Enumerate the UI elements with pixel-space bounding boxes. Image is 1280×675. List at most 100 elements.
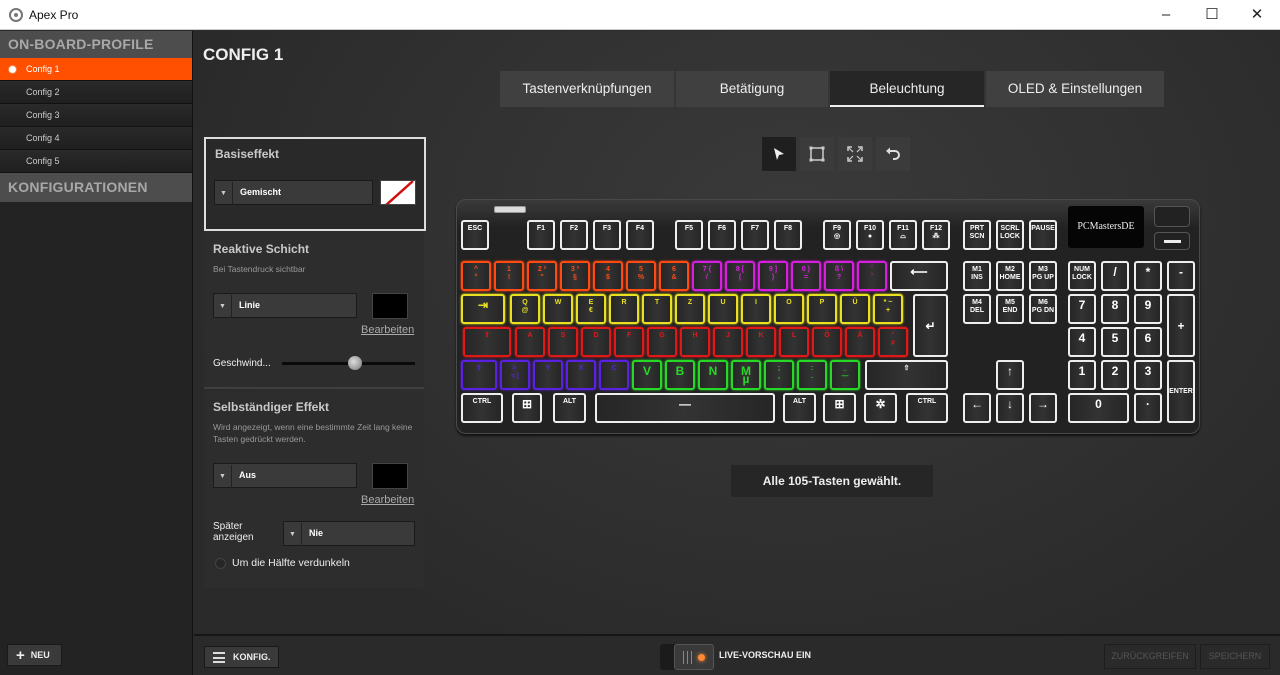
dim-half-checkbox[interactable]: [215, 558, 226, 569]
key-num-4[interactable]: 4: [1068, 327, 1096, 357]
key-esc[interactable]: ESC: [461, 220, 489, 250]
key-e[interactable]: E €: [576, 294, 606, 324]
key-w[interactable]: W: [543, 294, 573, 324]
key-m4[interactable]: M4 DEL: [963, 294, 991, 324]
key-f12[interactable]: F12 ⁂: [922, 220, 950, 250]
key-num-8[interactable]: 8: [1101, 294, 1129, 324]
key-f3[interactable]: F3: [593, 220, 621, 250]
key-num-0[interactable]: 0: [1068, 393, 1129, 423]
key-r[interactable]: R: [609, 294, 639, 324]
key-arrow-right[interactable]: →: [1029, 393, 1057, 423]
key-5[interactable]: 5 %: [626, 261, 656, 291]
key-n[interactable]: N: [698, 360, 728, 390]
key-f11[interactable]: F11 ⌓: [889, 220, 917, 250]
tab-actuation[interactable]: Betätigung: [676, 71, 828, 107]
key-num-1[interactable]: 1: [1068, 360, 1096, 390]
key-f7[interactable]: F7: [741, 220, 769, 250]
key-tab[interactable]: ⇥: [461, 294, 505, 324]
standalone-edit-link[interactable]: Bearbeiten: [361, 494, 414, 506]
key-f2[interactable]: F2: [560, 220, 588, 250]
key-scroll-lock[interactable]: SCRL LOCK: [996, 220, 1024, 250]
key-arrow-left[interactable]: ←: [963, 393, 991, 423]
undo-button[interactable]: [876, 137, 910, 171]
key-q[interactable]: Q @: [510, 294, 540, 324]
speed-slider-handle[interactable]: [348, 356, 363, 370]
key-period[interactable]: : .: [797, 360, 827, 390]
key-plus[interactable]: * ~ +: [873, 294, 903, 324]
key-9[interactable]: 9 ] ): [758, 261, 788, 291]
reactive-edit-link[interactable]: Bearbeiten: [361, 324, 414, 336]
key-space[interactable]: —: [595, 393, 775, 423]
minimize-button[interactable]: –: [1143, 0, 1189, 30]
rectangle-select-button[interactable]: [800, 137, 834, 171]
tab-key-bindings[interactable]: Tastenverknüpfungen: [500, 71, 674, 107]
key-num-divide[interactable]: /: [1101, 261, 1129, 291]
key-num-7[interactable]: 7: [1068, 294, 1096, 324]
key-v[interactable]: V: [632, 360, 662, 390]
key-c[interactable]: C: [599, 360, 629, 390]
key-arrow-down[interactable]: ↓: [996, 393, 1024, 423]
key-j[interactable]: J: [713, 327, 743, 357]
key-num-multiply[interactable]: *: [1134, 261, 1162, 291]
key-m3[interactable]: M3 PG UP: [1029, 261, 1057, 291]
key-left-win[interactable]: ⊞: [512, 393, 542, 423]
key-caret[interactable]: ^ °: [461, 261, 491, 291]
key-y[interactable]: Y: [533, 360, 563, 390]
key-f6[interactable]: F6: [708, 220, 736, 250]
key-4[interactable]: 4 $: [593, 261, 623, 291]
key-x[interactable]: X: [566, 360, 596, 390]
key-m5[interactable]: M5 END: [996, 294, 1024, 324]
show-later-dropdown[interactable]: ▼ Nie: [283, 521, 415, 546]
key-b[interactable]: B: [665, 360, 695, 390]
key-enter[interactable]: ↵: [913, 294, 948, 357]
base-effect-dropdown[interactable]: ▼ Gemischt: [214, 180, 373, 205]
konfig-button[interactable]: KONFIG.: [204, 646, 279, 668]
select-pointer-button[interactable]: [762, 137, 796, 171]
key-angle[interactable]: > < |: [500, 360, 530, 390]
key-d[interactable]: D: [581, 327, 611, 357]
key-s[interactable]: S: [548, 327, 578, 357]
maximize-button[interactable]: ☐: [1189, 0, 1235, 30]
key-f1[interactable]: F1: [527, 220, 555, 250]
configurations-header[interactable]: KONFIGURATIONEN: [0, 173, 192, 202]
tab-oled-settings[interactable]: OLED & Einstellungen: [986, 71, 1164, 107]
key-m2[interactable]: M2 HOME: [996, 261, 1024, 291]
key-comma[interactable]: ; ,: [764, 360, 794, 390]
revert-button[interactable]: ZURÜCKGREIFEN: [1104, 644, 1196, 669]
standalone-color-swatch[interactable]: [372, 463, 408, 489]
key-num-9[interactable]: 9: [1134, 294, 1162, 324]
sidebar-item-config-3[interactable]: Config 3: [0, 104, 192, 127]
key-k[interactable]: K: [746, 327, 776, 357]
key-3[interactable]: 3 ³ §: [560, 261, 590, 291]
key-num-6[interactable]: 6: [1134, 327, 1162, 357]
key-m[interactable]: M µ: [731, 360, 761, 390]
key-arrow-up[interactable]: ↑: [996, 360, 1024, 390]
standalone-effect-dropdown[interactable]: ▼ Aus: [213, 463, 357, 488]
key-right-ctrl[interactable]: CTRL: [906, 393, 948, 423]
save-button[interactable]: SPEICHERN: [1200, 644, 1270, 669]
key-ue[interactable]: Ü: [840, 294, 870, 324]
key-f4[interactable]: F4: [626, 220, 654, 250]
key-left-ctrl[interactable]: CTRL: [461, 393, 503, 423]
key-6[interactable]: 6 &: [659, 261, 689, 291]
key-1[interactable]: 1 !: [494, 261, 524, 291]
key-f8[interactable]: F8: [774, 220, 802, 250]
key-z[interactable]: Z: [675, 294, 705, 324]
key-print-screen[interactable]: PRT SCN: [963, 220, 991, 250]
key-m1[interactable]: M1 INS: [963, 261, 991, 291]
key-2[interactable]: 2 ² ": [527, 261, 557, 291]
key-8[interactable]: 8 [ (: [725, 261, 755, 291]
key-0[interactable]: 0 } =: [791, 261, 821, 291]
key-fn-steelseries[interactable]: ✲: [864, 393, 897, 423]
key-num-enter[interactable]: ENTER: [1167, 360, 1195, 423]
key-right-shift[interactable]: ⇧: [865, 360, 948, 390]
key-acute[interactable]: ´ `: [857, 261, 887, 291]
live-preview-toggle[interactable]: [660, 644, 714, 670]
key-sz[interactable]: ß \ ?: [824, 261, 854, 291]
key-t[interactable]: T: [642, 294, 672, 324]
sidebar-item-config-2[interactable]: Config 2: [0, 81, 192, 104]
key-num-lock[interactable]: NUM LOCK: [1068, 261, 1096, 291]
sidebar-item-config-5[interactable]: Config 5: [0, 150, 192, 173]
key-h[interactable]: H: [680, 327, 710, 357]
key-left-alt[interactable]: ALT: [553, 393, 586, 423]
